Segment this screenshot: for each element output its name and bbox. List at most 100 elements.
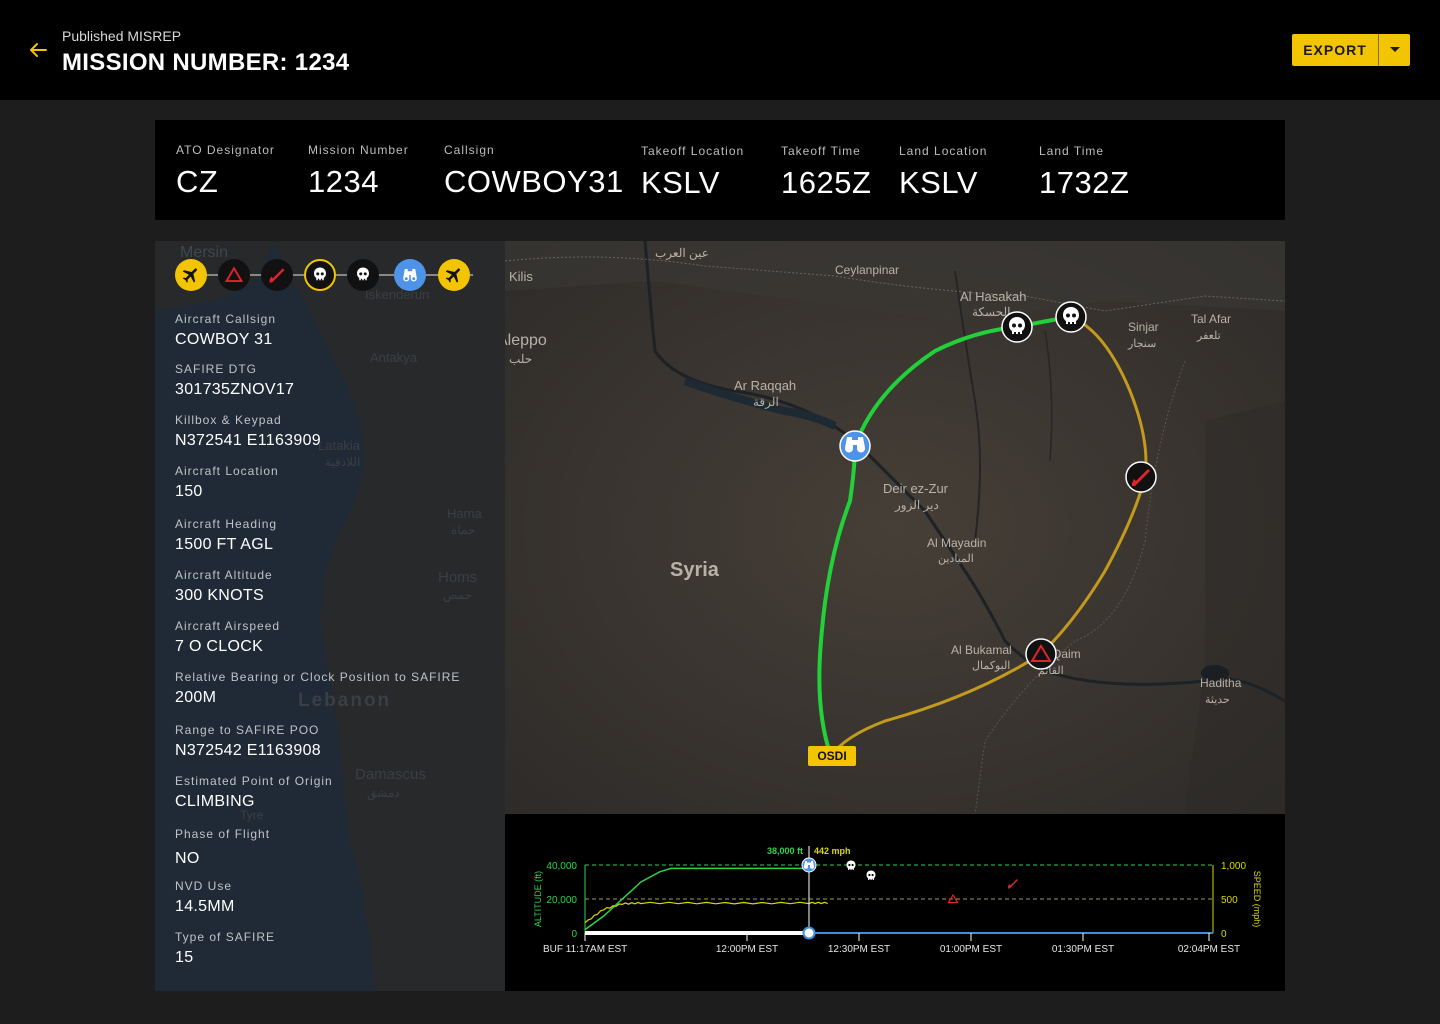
summary-label: Callsign: [444, 143, 495, 157]
event-timeline-icons: [173, 259, 473, 295]
skull-icon[interactable]: [846, 860, 856, 871]
detail-value: 14.5MM: [175, 898, 235, 915]
detail-label: Killbox & Keypad: [175, 413, 282, 427]
map-label-ar-raqqah: Ar Raqqah: [734, 378, 796, 393]
map-label-al-bukamal-ar: البوكمال: [972, 660, 1010, 672]
export-button[interactable]: EXPORT: [1292, 34, 1378, 66]
safire-details-panel: Mersin Iskenderun Antakya Latakia اللاذق…: [155, 241, 505, 991]
export-button-group: EXPORT: [1292, 34, 1410, 66]
summary-value: KSLV: [899, 165, 978, 200]
summary-value: KSLV: [641, 165, 720, 200]
map-label-deir-ez-zur-ar: دير الزور: [894, 498, 939, 512]
summary-value: 1732Z: [1039, 165, 1130, 200]
detail-label: Relative Bearing or Clock Position to SA…: [175, 670, 461, 684]
summary-value: 1234: [308, 164, 379, 199]
map-label-antakya: Antakya: [370, 350, 418, 365]
detail-value: N372542 E1163908: [175, 742, 321, 759]
map-label-latakia-ar: اللاذقية: [325, 455, 360, 469]
map-label-damascus: Damascus: [355, 766, 426, 783]
x-tick-label: 02:04PM EST: [1178, 944, 1240, 955]
detail-item: Aircraft Airspeed 7 O CLOCK: [175, 619, 280, 656]
map-label-al-mayadin: Al Mayadin: [927, 536, 986, 550]
detail-label: Aircraft Altitude: [175, 568, 273, 582]
map-label-deir-ez-zur: Deir ez-Zur: [883, 481, 949, 496]
chevron-down-icon[interactable]: [1379, 34, 1410, 66]
speed-series-line: [584, 901, 828, 924]
detail-label: Aircraft Location: [175, 464, 279, 478]
skull-icon[interactable]: [304, 259, 336, 291]
summary-value: 1625Z: [781, 165, 872, 200]
summary-value: CZ: [176, 164, 219, 199]
altitude-axis-label: ALTITUDE (ft): [533, 871, 543, 927]
binoculars-icon[interactable]: [394, 259, 426, 291]
summary-label: Takeoff Time: [781, 144, 861, 158]
x-tick-label: 01:00PM EST: [940, 944, 1002, 955]
map-label-syria: Syria: [670, 559, 720, 581]
detail-label: SAFIRE DTG: [175, 362, 258, 376]
altitude-tick: 0: [571, 929, 577, 940]
detail-label: Aircraft Callsign: [175, 312, 277, 326]
cursor-altitude-value: 38,000 ft: [767, 846, 803, 856]
skull-icon[interactable]: [1055, 301, 1087, 333]
top-bar: Published MISREP MISSION NUMBER: 1234 EX…: [0, 0, 1440, 100]
skull-icon[interactable]: [1001, 311, 1033, 343]
skull-icon[interactable]: [866, 870, 876, 881]
warning-triangle-icon[interactable]: [1025, 638, 1057, 670]
map-label-homs-ar: حمص: [443, 588, 472, 603]
map-label-al-bukamal: Al Bukamal: [951, 643, 1012, 657]
detail-label: NVD Use: [175, 879, 233, 893]
map-label-kilis: Kilis: [509, 269, 533, 284]
detail-item: Killbox & Keypad N372541 E1163909: [175, 413, 321, 450]
mission-summary: ATO Designator CZ Mission Number 1234 Ca…: [155, 120, 1285, 220]
map-label-latakia: Latakia: [318, 438, 361, 453]
map-label-tal-afar-ar: تلعفر: [1196, 330, 1221, 342]
map-label-haditha: Haditha: [1200, 676, 1242, 690]
map-label-tal-afar: Tal Afar: [1191, 312, 1231, 326]
map-label-aleppo: Aleppo: [505, 332, 547, 349]
speed-axis-label: SPEED (mph): [1252, 871, 1262, 928]
summary-label: Mission Number: [308, 143, 409, 157]
map-label-sinjar: Sinjar: [1128, 320, 1159, 334]
missile-icon[interactable]: [1125, 461, 1157, 493]
page-subtitle: Published MISREP: [62, 28, 182, 44]
route-start-label: OSDI: [808, 746, 856, 766]
detail-label: Aircraft Airspeed: [175, 619, 281, 633]
route-map[interactable]: Kilis عين العرب Ceylanpinar Al Hasakah ا…: [505, 241, 1285, 814]
summary-label: ATO Designator: [176, 143, 275, 157]
detail-item: Estimated Point of Origin CLIMBING: [175, 774, 333, 811]
map-label-homs: Homs: [438, 569, 477, 586]
detail-value: 15: [175, 949, 194, 966]
detail-label: Range to SAFIRE POO: [175, 723, 320, 737]
cursor-speed-value: 442 mph: [814, 846, 851, 856]
binoculars-icon[interactable]: [839, 430, 871, 462]
detail-value: 200M: [175, 689, 217, 706]
back-arrow-icon[interactable]: [26, 38, 50, 62]
airplane-icon[interactable]: [438, 259, 470, 291]
detail-item: NVD Use 14.5MM: [175, 879, 235, 916]
detail-label: Estimated Point of Origin: [175, 774, 333, 788]
detail-value: COWBOY 31: [175, 331, 273, 348]
detail-value: NO: [175, 850, 200, 867]
map-label-hama: Hama: [447, 506, 482, 521]
x-tick-label: 12:30PM EST: [828, 944, 890, 955]
detail-item: SAFIRE DTG 301735ZNOV17: [175, 362, 294, 399]
missile-icon[interactable]: [1008, 879, 1018, 889]
binoculars-icon[interactable]: [801, 857, 817, 873]
map-label-sinjar-ar: سنجار: [1127, 338, 1156, 350]
chart-canvas: ALTITUDE (ft) SPEED (mph) 40,000 20,000 …: [533, 846, 1262, 955]
map-label-al-hasakah-ar: الحسكة: [972, 305, 1011, 319]
timeline-scrubber-handle[interactable]: [802, 926, 816, 940]
skull-icon[interactable]: [347, 259, 379, 291]
missile-icon[interactable]: [261, 259, 293, 291]
page-title: MISSION NUMBER: 1234: [62, 49, 350, 76]
map-label-haditha-ar: حديثة: [1205, 694, 1230, 706]
airplane-icon[interactable]: [175, 259, 207, 291]
detail-label: Aircraft Heading: [175, 517, 278, 531]
detail-item: Aircraft Altitude 300 KNOTS: [175, 568, 273, 605]
speed-tick: 500: [1221, 895, 1238, 906]
map-label-al-mayadin-ar: الميادين: [938, 553, 974, 565]
map-label-al-hasakah: Al Hasakah: [960, 289, 1026, 304]
map-label-ar-raqqah-ar: الرقة: [753, 395, 779, 409]
warning-triangle-icon[interactable]: [218, 259, 250, 291]
detail-value: 301735ZNOV17: [175, 381, 295, 398]
